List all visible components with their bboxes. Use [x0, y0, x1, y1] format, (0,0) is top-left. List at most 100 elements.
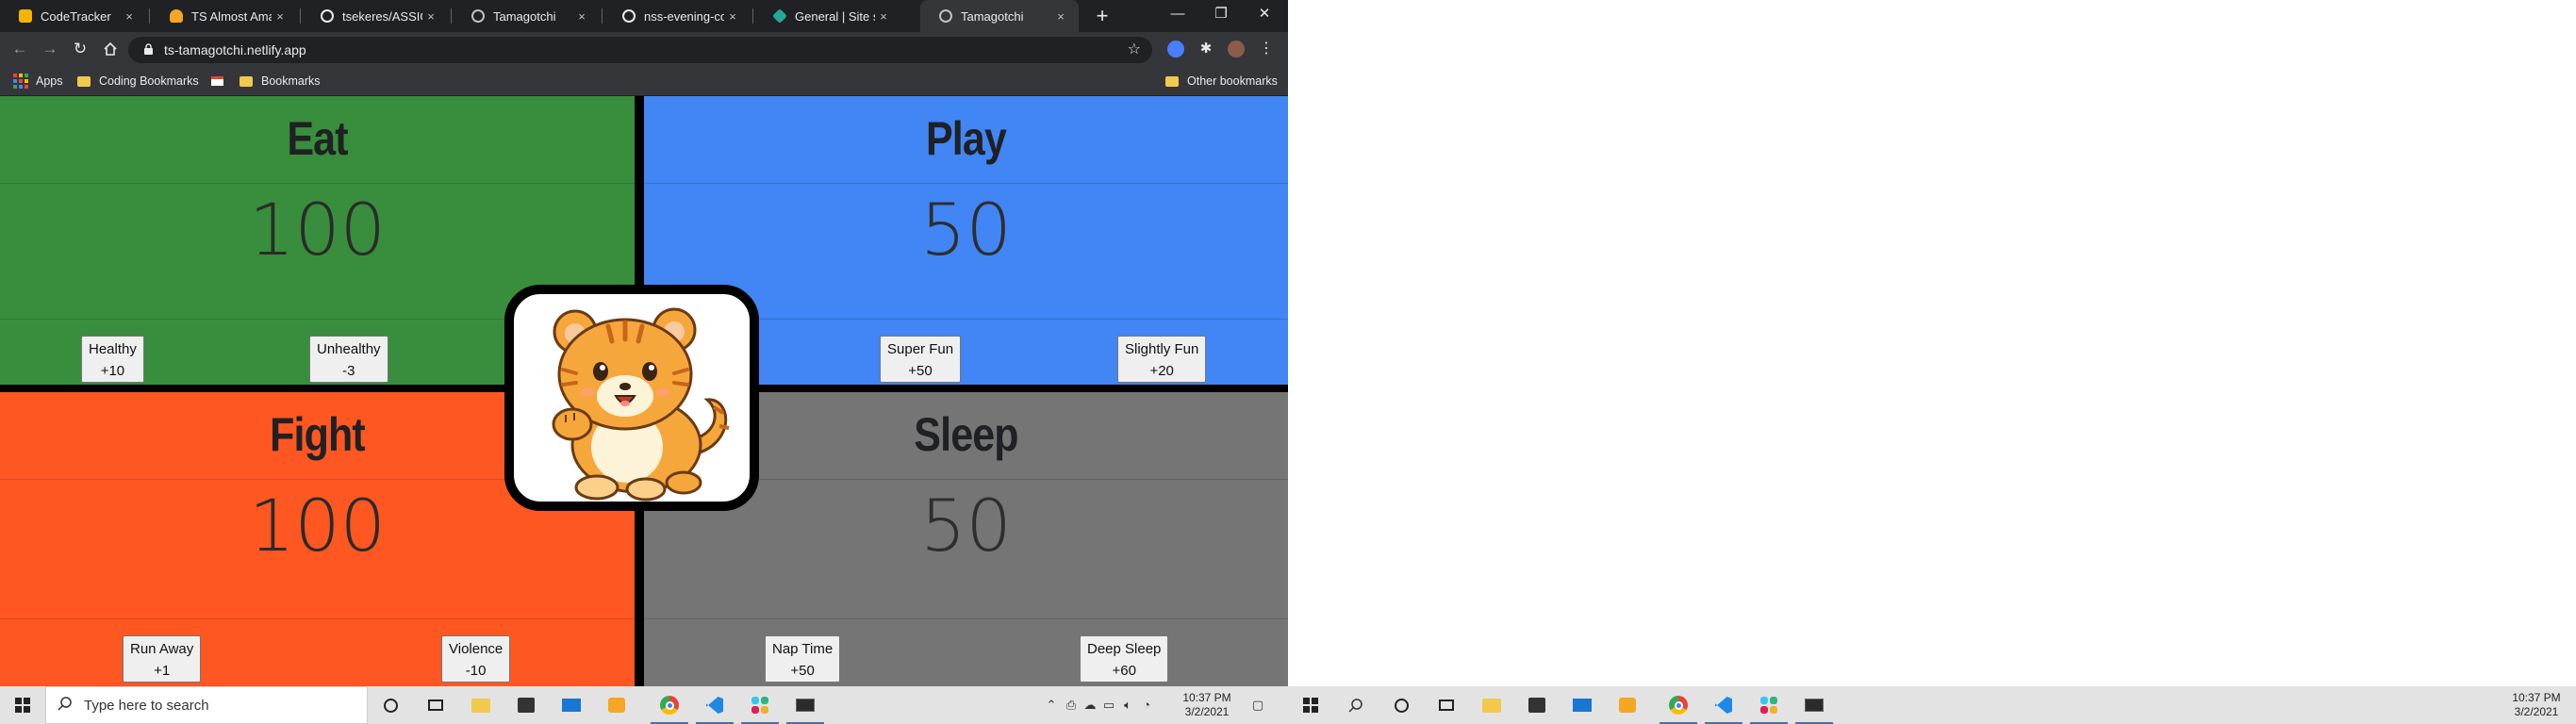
chevron-up-icon[interactable]: ⌃	[1041, 686, 1062, 724]
bookmark-label: Coding Bookmarks	[99, 74, 199, 88]
tiger-cub-icon	[552, 307, 730, 502]
address-bar[interactable]: ts-tamagotchi.netlify.app ☆	[128, 37, 1152, 63]
mail-button[interactable]	[549, 686, 594, 724]
button-label: Violence	[449, 641, 504, 657]
store-button[interactable]	[504, 686, 549, 724]
close-icon[interactable]: ×	[1052, 9, 1069, 24]
start-button[interactable]	[1288, 686, 1333, 724]
chrome-taskbar-button[interactable]	[1656, 686, 1701, 724]
battery-icon[interactable]: ▭	[1099, 686, 1118, 724]
slack-taskbar-button[interactable]	[737, 686, 783, 724]
cortana-circle-icon	[1394, 698, 1409, 713]
button-delta: -3	[342, 363, 355, 379]
tab-ts-almost-amazon[interactable]: TS Almost Amazon ×	[151, 0, 298, 32]
task-view-button[interactable]	[413, 686, 458, 724]
close-icon[interactable]: ×	[422, 9, 439, 24]
unhealthy-button[interactable]: Unhealthy -3	[309, 336, 388, 383]
task-view-button[interactable]	[1424, 686, 1469, 724]
tab-strip: CodeTracker × TS Almost Amazon × tsekere…	[0, 0, 1288, 32]
button-label: Deep Sleep	[1087, 641, 1162, 657]
slack-taskbar-button[interactable]	[1746, 686, 1792, 724]
browser-toolbar: ← → ↻ ts-tamagotchi.netlify.app ☆ ✱ ⋮	[0, 32, 1288, 66]
bookmark-other[interactable]: Other bookmarks	[1165, 66, 1278, 96]
mail-icon	[1573, 699, 1592, 712]
terminal-taskbar-button[interactable]	[1792, 686, 1837, 724]
vscode-taskbar-button[interactable]	[692, 686, 737, 724]
forward-arrow-icon[interactable]: →	[38, 37, 62, 61]
home-icon[interactable]	[98, 37, 123, 61]
taskbar-search-input[interactable]: Type here to search	[45, 686, 368, 724]
menu-dots-icon[interactable]: ⋮	[1258, 41, 1275, 58]
file-explorer-button[interactable]	[1469, 686, 1514, 724]
media-player-button[interactable]	[594, 686, 639, 724]
tab-tamagotchi-active[interactable]: Tamagotchi ×	[920, 0, 1079, 32]
button-label: Slightly Fun	[1125, 341, 1199, 357]
bookmark-star-icon[interactable]: ☆	[1128, 37, 1141, 63]
slack-icon	[751, 697, 768, 714]
button-delta: -10	[465, 663, 487, 679]
bookmark-coding[interactable]: Coding Bookmarks	[77, 66, 199, 96]
clock[interactable]: 10:37 PM 3/2/2021	[2506, 691, 2567, 719]
back-arrow-icon[interactable]: ←	[8, 37, 32, 61]
clock[interactable]: 10:37 PM 3/2/2021	[1177, 691, 1237, 719]
button-label: Nap Time	[772, 641, 834, 657]
button-delta: +10	[100, 363, 125, 379]
tab-nss-evening[interactable]: nss-evening-coho ×	[603, 0, 751, 32]
bookmark-apps[interactable]: Apps	[13, 66, 63, 96]
minimize-button[interactable]: —	[1156, 0, 1199, 28]
file-explorer-button[interactable]	[458, 686, 504, 724]
wifi-icon[interactable]: ◔	[1137, 686, 1156, 724]
notifications-icon[interactable]: ▢	[1245, 686, 1271, 724]
windows-logo-icon	[1303, 698, 1318, 713]
violence-button[interactable]: Violence -10	[441, 635, 511, 683]
play-title: Play	[925, 112, 1007, 165]
github-icon	[321, 9, 334, 23]
tab-tamagotchi-1[interactable]: Tamagotchi ×	[453, 0, 600, 32]
button-label: Run Away	[130, 641, 194, 657]
chrome-icon	[1669, 696, 1688, 715]
tab-github-assignment[interactable]: tsekeres/ASSIGNM ×	[302, 0, 449, 32]
bookmark-gmail[interactable]	[211, 66, 223, 96]
start-button[interactable]	[0, 686, 45, 724]
run-away-button[interactable]: Run Away +1	[123, 635, 202, 683]
clock-time: 10:37 PM	[2512, 691, 2561, 704]
close-icon[interactable]: ×	[573, 9, 590, 24]
tab-netlify-settings[interactable]: General | Site setti ×	[754, 0, 901, 32]
new-tab-button[interactable]: +	[1090, 4, 1115, 28]
healthy-button[interactable]: Healthy +10	[81, 336, 144, 383]
profile-avatar[interactable]	[1228, 41, 1245, 58]
bookmark-bookmarks[interactable]: Bookmarks	[239, 66, 321, 96]
meet-now-icon[interactable]: ⎙	[1062, 686, 1081, 724]
tab-codetracker[interactable]: CodeTracker ×	[0, 0, 147, 32]
search-button[interactable]	[1333, 686, 1379, 724]
cortana-button[interactable]	[1379, 686, 1424, 724]
close-icon[interactable]: ×	[272, 9, 289, 24]
terminal-taskbar-button[interactable]	[783, 686, 828, 724]
reload-icon[interactable]: ↻	[68, 37, 92, 61]
close-icon[interactable]: ×	[875, 9, 892, 24]
store-button[interactable]	[1514, 686, 1560, 724]
deep-sleep-button[interactable]: Deep Sleep +60	[1080, 635, 1169, 683]
media-player-button[interactable]	[1605, 686, 1650, 724]
puzzle-extensions-icon[interactable]: ✱	[1197, 41, 1214, 58]
close-icon[interactable]: ×	[724, 9, 741, 24]
vscode-taskbar-button[interactable]	[1701, 686, 1746, 724]
super-fun-button[interactable]: Super Fun +50	[880, 336, 962, 383]
restore-button[interactable]: ❐	[1199, 0, 1243, 28]
nap-time-button[interactable]: Nap Time +50	[765, 635, 841, 683]
close-icon[interactable]: ×	[121, 9, 138, 24]
folder-icon	[1165, 75, 1179, 87]
mail-button[interactable]	[1560, 686, 1605, 724]
tab-title: CodeTracker	[41, 8, 111, 24]
codetracker-favicon-icon	[19, 9, 32, 23]
slack-icon	[1760, 697, 1777, 714]
chrome-taskbar-button[interactable]	[647, 686, 692, 724]
bookmark-label: Apps	[36, 74, 63, 88]
close-window-button[interactable]: ✕	[1243, 0, 1286, 28]
extension-icon[interactable]	[1167, 41, 1184, 58]
onedrive-icon[interactable]: ☁	[1081, 686, 1099, 724]
cortana-button[interactable]	[368, 686, 413, 724]
volume-icon[interactable]: 🔈︎	[1118, 686, 1137, 724]
search-icon	[58, 696, 73, 716]
slightly-fun-button[interactable]: Slightly Fun +20	[1117, 336, 1207, 383]
